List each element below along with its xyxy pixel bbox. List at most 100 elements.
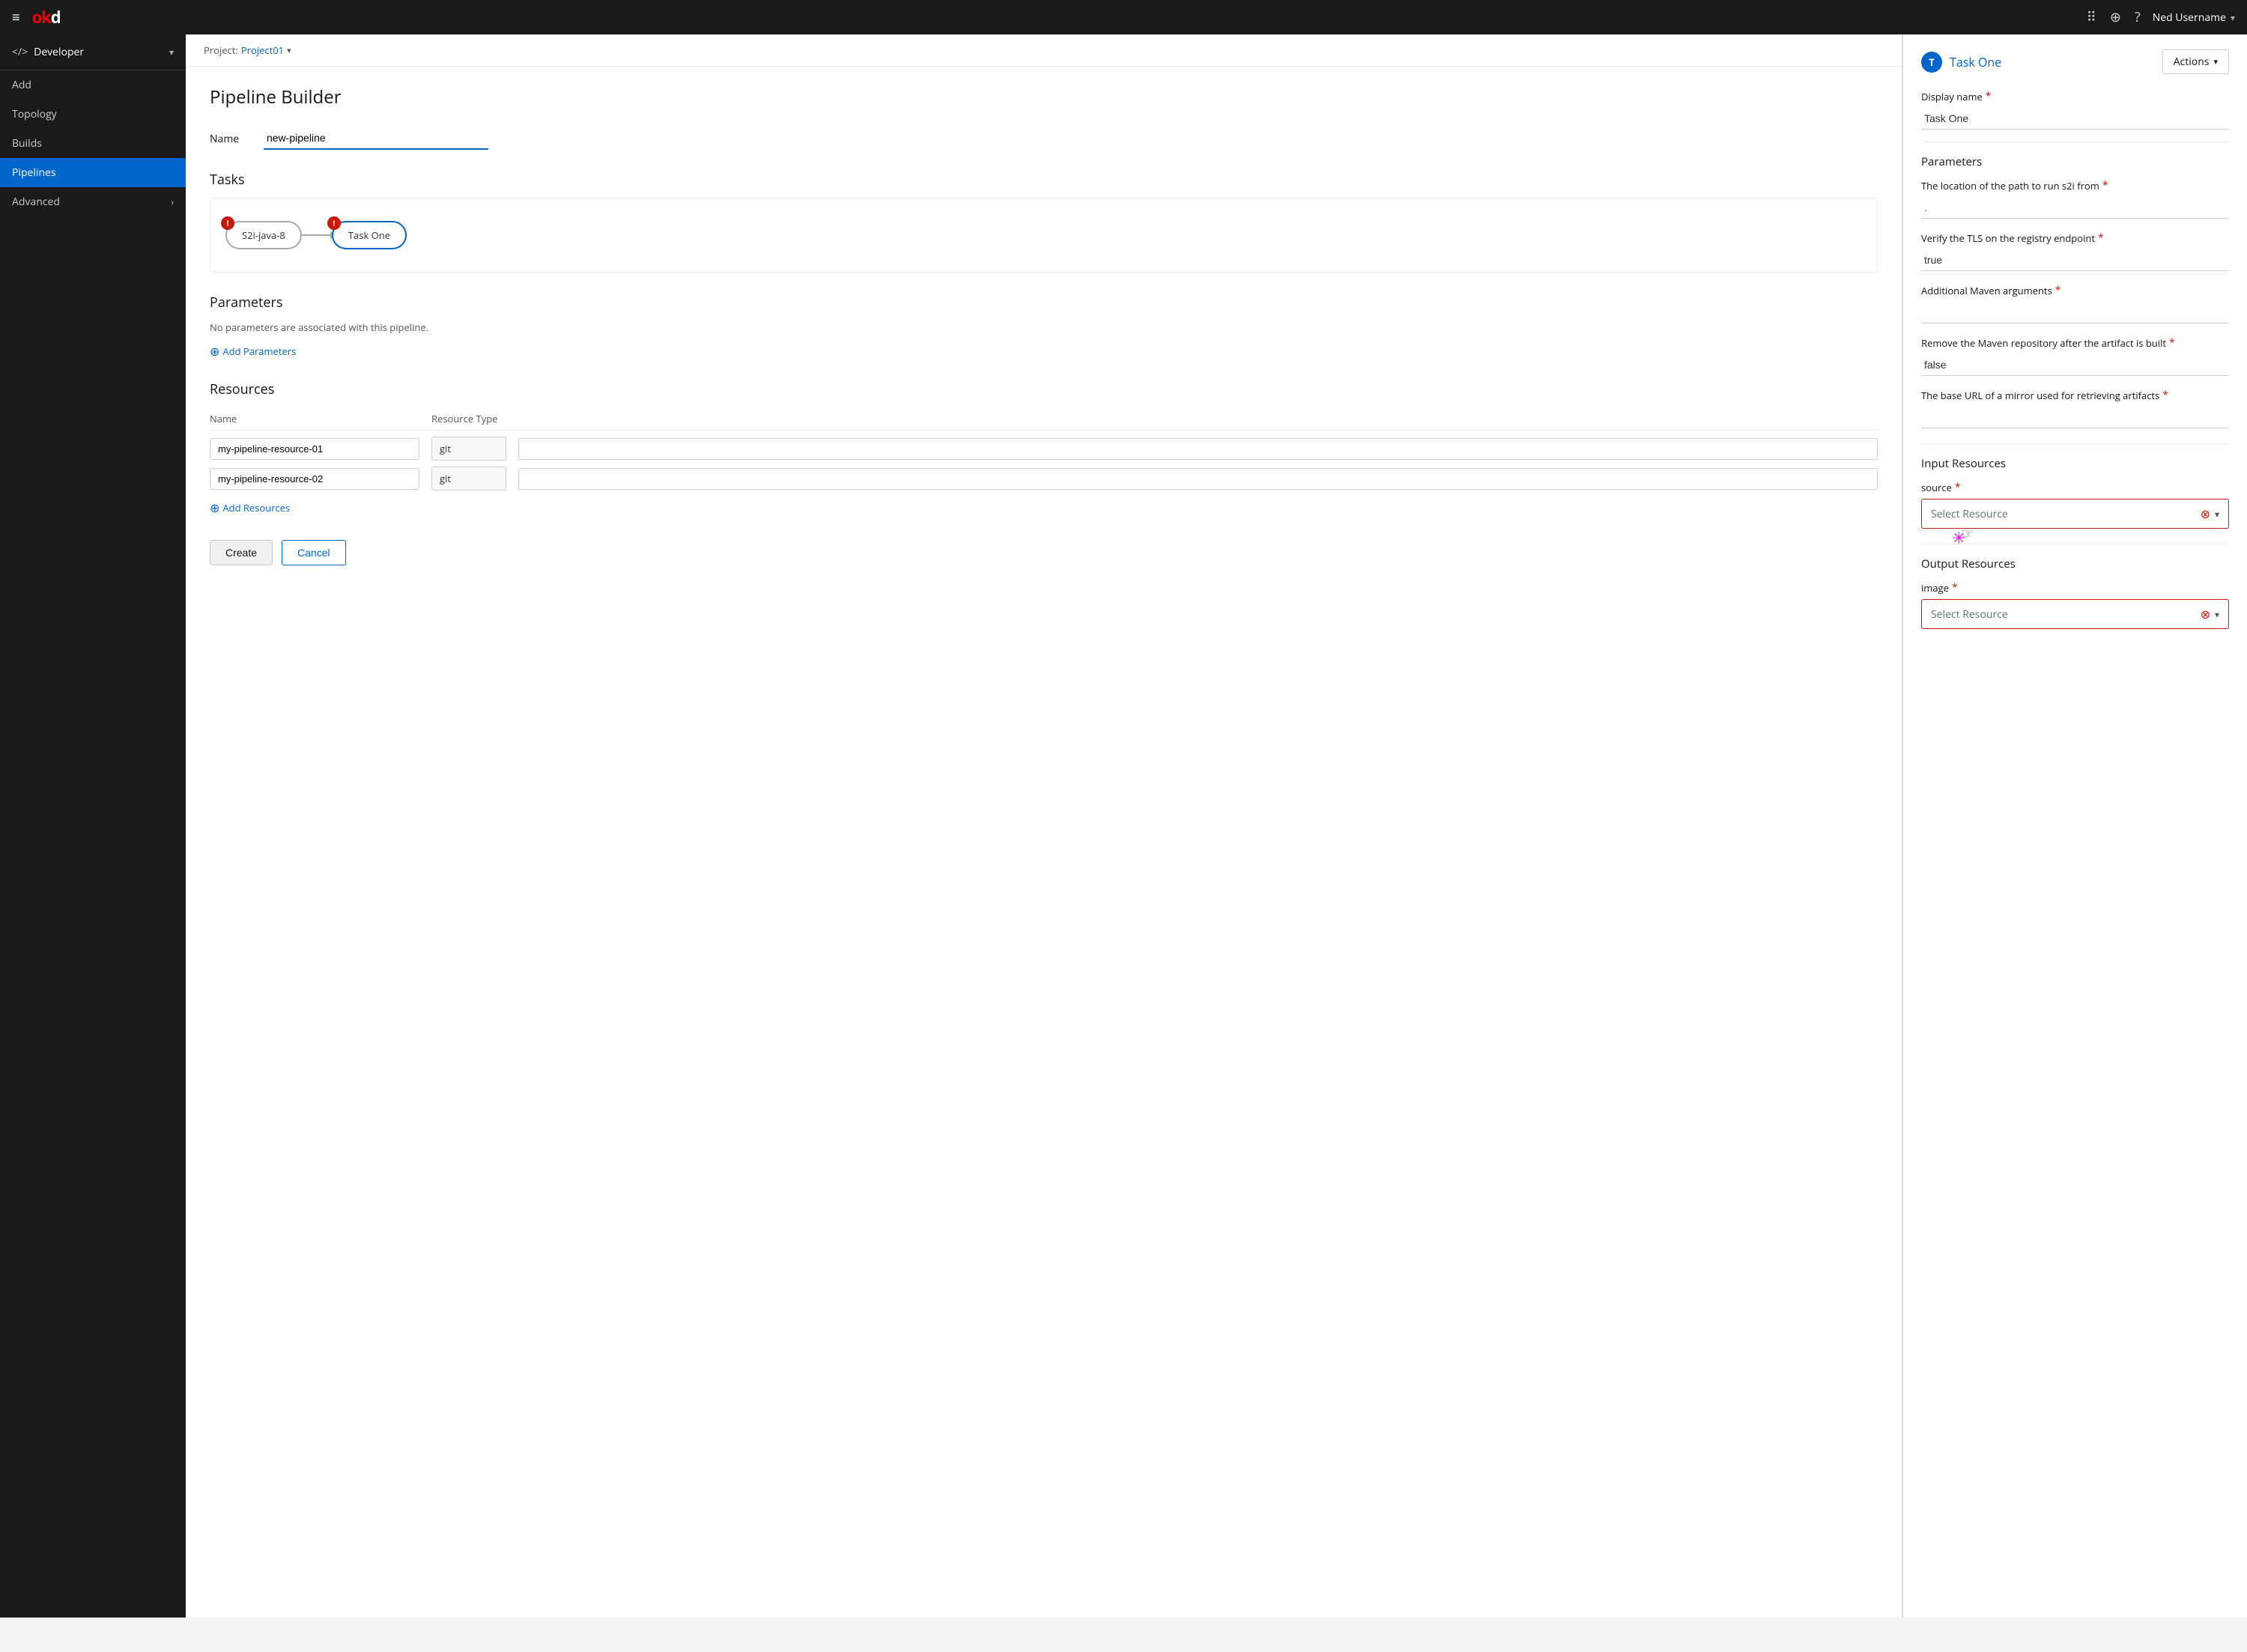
source-placeholder: Select Resource <box>1931 507 2201 521</box>
field-label-maven-args: Additional Maven arguments * <box>1921 283 2229 297</box>
tasks-title: Tasks <box>210 171 1878 189</box>
col-value-header <box>518 412 1878 425</box>
field-input-mirror-url[interactable] <box>1921 407 2229 428</box>
project-label: Project: <box>204 43 238 57</box>
user-menu-chevron: ▾ <box>2231 11 2235 24</box>
page-title: Pipeline Builder <box>210 85 1878 109</box>
display-name-required: * <box>1986 89 1992 103</box>
resource-value-input-2[interactable] <box>518 468 1878 490</box>
resources-section: Resources Name Resource Type git git <box>210 380 1878 516</box>
project-chevron[interactable]: ▾ <box>287 45 291 56</box>
sidebar-context-chevron: ▾ <box>169 46 174 58</box>
create-button[interactable]: Create <box>210 540 273 565</box>
apps-icon[interactable]: ⠿ <box>2087 8 2096 26</box>
sidebar-item-builds-label: Builds <box>12 136 42 151</box>
task-pill-s2i[interactable]: ! S2i-java-8 <box>225 221 302 249</box>
field-group-path: The location of the path to run s2i from… <box>1921 178 2229 219</box>
sidebar-item-topology[interactable]: Topology <box>0 100 186 129</box>
resources-table: Name Resource Type git git <box>210 407 1878 491</box>
output-resources-title: Output Resources <box>1921 556 2229 571</box>
content-body: Pipeline Builder Name Tasks ! S2i-java-8 <box>186 67 1902 583</box>
right-panel: T Task One Actions ▾ Display name * Para… <box>1902 34 2247 1618</box>
sidebar-item-builds[interactable]: Builds <box>0 129 186 158</box>
source-select[interactable]: Select Resource ⊗ ▾ ✳ ☞ <box>1921 499 2229 529</box>
field-label-mirror-url: The base URL of a mirror used for retrie… <box>1921 388 2229 402</box>
col-type-header: Resource Type <box>431 412 506 425</box>
project-bar: Project: Project01 ▾ <box>186 34 1902 67</box>
parameters-panel-section: Parameters The location of the path to r… <box>1921 154 2229 428</box>
actions-label: Actions <box>2174 55 2210 69</box>
field-group-tls: Verify the TLS on the registry endpoint … <box>1921 231 2229 271</box>
name-section: Name <box>210 127 1878 150</box>
no-params-text: No parameters are associated with this p… <box>210 321 1878 334</box>
actions-dropdown[interactable]: Actions ▾ <box>2162 49 2229 74</box>
resources-title: Resources <box>210 380 1878 398</box>
image-dropdown-arrow: ▾ <box>2215 608 2219 621</box>
tasks-section: Tasks ! S2i-java-8 ! Task One <box>210 171 1878 273</box>
table-row: git <box>210 437 1878 461</box>
resource-name-input-2[interactable] <box>210 468 419 490</box>
sidebar-item-add-label: Add <box>12 78 31 92</box>
cursor-rays-icon: ✳ <box>1952 526 1965 549</box>
field-group-mirror-url: The base URL of a mirror used for retrie… <box>1921 388 2229 428</box>
sidebar-item-add[interactable]: Add <box>0 70 186 100</box>
resource-type-label-2: git <box>431 467 506 491</box>
sidebar-item-pipelines-label: Pipelines <box>12 165 56 180</box>
display-name-group: Display name * <box>1921 89 2229 130</box>
task-avatar: T <box>1921 52 1942 73</box>
image-select[interactable]: Select Resource ⊗ ▾ <box>1921 599 2229 629</box>
field-group-maven-args: Additional Maven arguments * <box>1921 283 2229 324</box>
parameters-title: Parameters <box>210 294 1878 312</box>
task-connector <box>302 234 332 236</box>
plus-icon: ⊕ <box>210 343 219 359</box>
field-input-tls[interactable] <box>1921 249 2229 271</box>
input-resources-title: Input Resources <box>1921 456 2229 471</box>
task-pill-taskone[interactable]: ! Task One <box>332 221 407 249</box>
add-parameters-link[interactable]: ⊕ Add Parameters <box>210 343 296 359</box>
user-menu[interactable]: Ned Username ▾ <box>2153 10 2235 25</box>
resources-table-header: Name Resource Type <box>210 407 1878 431</box>
add-parameters-label: Add Parameters <box>222 344 296 358</box>
source-dropdown-arrow: ▾ <box>2215 508 2219 520</box>
source-label: source * <box>1921 480 2229 494</box>
add-resources-plus-icon: ⊕ <box>210 499 219 516</box>
sidebar-item-advanced[interactable]: Advanced › <box>0 187 186 216</box>
name-input[interactable] <box>264 127 488 150</box>
sidebar-item-advanced-label: Advanced <box>12 195 60 209</box>
username: Ned Username <box>2153 10 2226 25</box>
okd-logo: okd <box>32 6 61 28</box>
image-field-group: image * Select Resource ⊗ ▾ <box>1921 580 2229 629</box>
sidebar-context[interactable]: </> Developer ▾ <box>0 34 186 70</box>
resource-name-input-1[interactable] <box>210 438 419 460</box>
add-resources-link[interactable]: ⊕ Add Resources <box>210 499 290 516</box>
image-error-icon: ⊗ <box>2201 606 2210 622</box>
display-name-label: Display name * <box>1921 89 2229 103</box>
sidebar-item-pipelines[interactable]: Pipelines <box>0 158 186 187</box>
error-badge-taskone: ! <box>327 216 341 230</box>
cancel-button[interactable]: Cancel <box>282 540 346 565</box>
field-input-maven-args[interactable] <box>1921 302 2229 324</box>
source-required: * <box>1955 480 1961 494</box>
field-label-maven-repo: Remove the Maven repository after the ar… <box>1921 335 2229 350</box>
error-badge-s2i: ! <box>221 216 234 230</box>
cursor-hand-icon: ☞ <box>1961 523 1974 543</box>
actions-chevron: ▾ <box>2213 56 2218 67</box>
display-name-input[interactable] <box>1921 108 2229 130</box>
resource-value-input-1[interactable] <box>518 438 1878 460</box>
field-input-path[interactable] <box>1921 197 2229 219</box>
field-required-maven-args: * <box>2055 283 2061 297</box>
input-resources-section: Input Resources source * Select Resource… <box>1921 456 2229 529</box>
developer-icon: </> <box>12 45 28 59</box>
hamburger-menu[interactable]: ≡ <box>12 8 20 26</box>
sidebar: </> Developer ▾ Add Topology Builds Pipe… <box>0 34 186 1618</box>
field-required-mirror-url: * <box>2162 388 2168 402</box>
sidebar-item-advanced-arrow: › <box>171 195 174 208</box>
source-field-group: source * Select Resource ⊗ ▾ ✳ ☞ <box>1921 480 2229 529</box>
help-icon[interactable]: ? <box>2135 8 2141 26</box>
panel-task-name: Task One <box>1950 54 2001 70</box>
project-name[interactable]: Project01 <box>241 43 284 57</box>
panel-header: T Task One Actions ▾ <box>1921 49 2229 74</box>
button-row: Create Cancel <box>210 540 1878 565</box>
add-icon[interactable]: ⊕ <box>2110 8 2121 26</box>
field-input-maven-repo[interactable] <box>1921 354 2229 376</box>
